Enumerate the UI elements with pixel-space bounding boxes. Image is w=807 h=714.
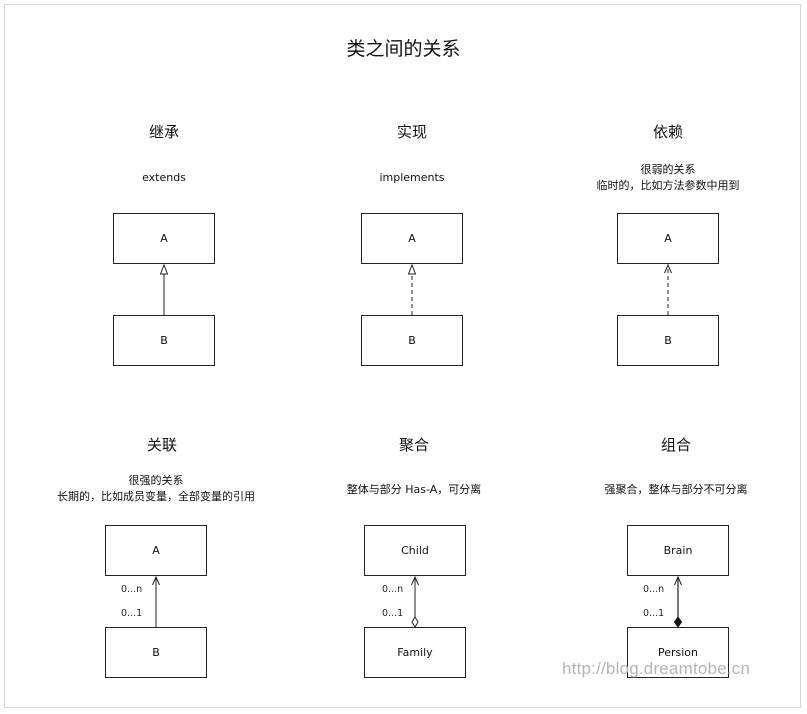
connector-layer: [152, 263, 683, 628]
hollow-triangle-arrowhead: [407, 263, 417, 275]
filled-diamond: [673, 616, 683, 628]
hollow-diamond: [411, 616, 419, 628]
watermark-url: http://blog.dreamtobe.cn: [562, 659, 751, 678]
hollow-triangle-arrowhead: [159, 263, 169, 275]
